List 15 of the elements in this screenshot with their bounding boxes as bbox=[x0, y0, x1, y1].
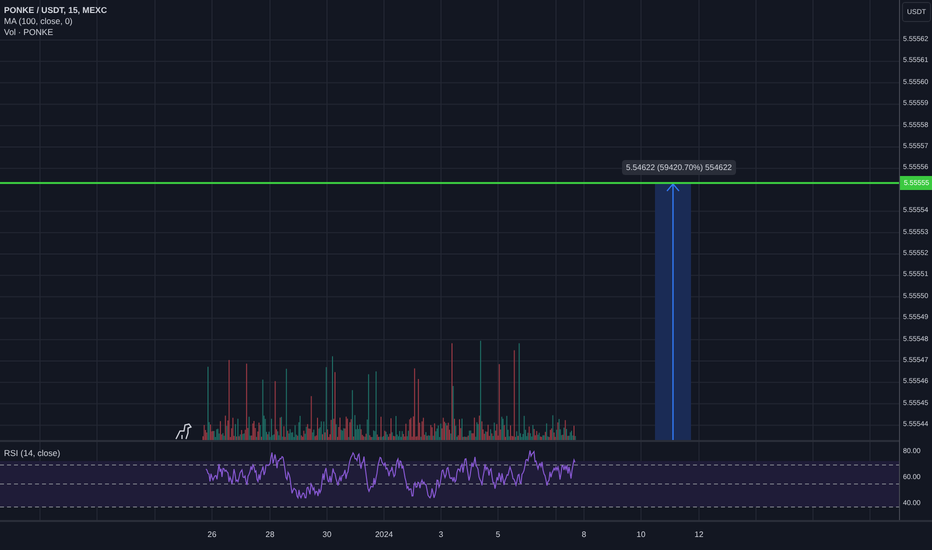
measure-tooltip: 5.54622 (59420.70%) 554622 bbox=[622, 160, 736, 175]
time-label: 2024 bbox=[375, 530, 393, 539]
symbol-title[interactable]: PONKE / USDT, 15, MEXC bbox=[4, 5, 107, 15]
time-label: 28 bbox=[266, 530, 274, 539]
indicator-label[interactable]: Vol · PONKE bbox=[4, 27, 107, 37]
time-label: 30 bbox=[322, 530, 332, 539]
time-label: 10 bbox=[636, 530, 646, 539]
time-label: 5 bbox=[496, 530, 500, 539]
time-label: 8 bbox=[582, 530, 586, 539]
arrow-icon bbox=[666, 183, 680, 440]
rsi-title[interactable]: RSI (14, close) bbox=[4, 448, 60, 458]
time-label: 26 bbox=[208, 530, 216, 539]
indicator-label[interactable]: MA (100, close, 0) bbox=[4, 16, 107, 26]
time-label: 3 bbox=[438, 530, 444, 539]
time-label: 12 bbox=[694, 530, 704, 539]
